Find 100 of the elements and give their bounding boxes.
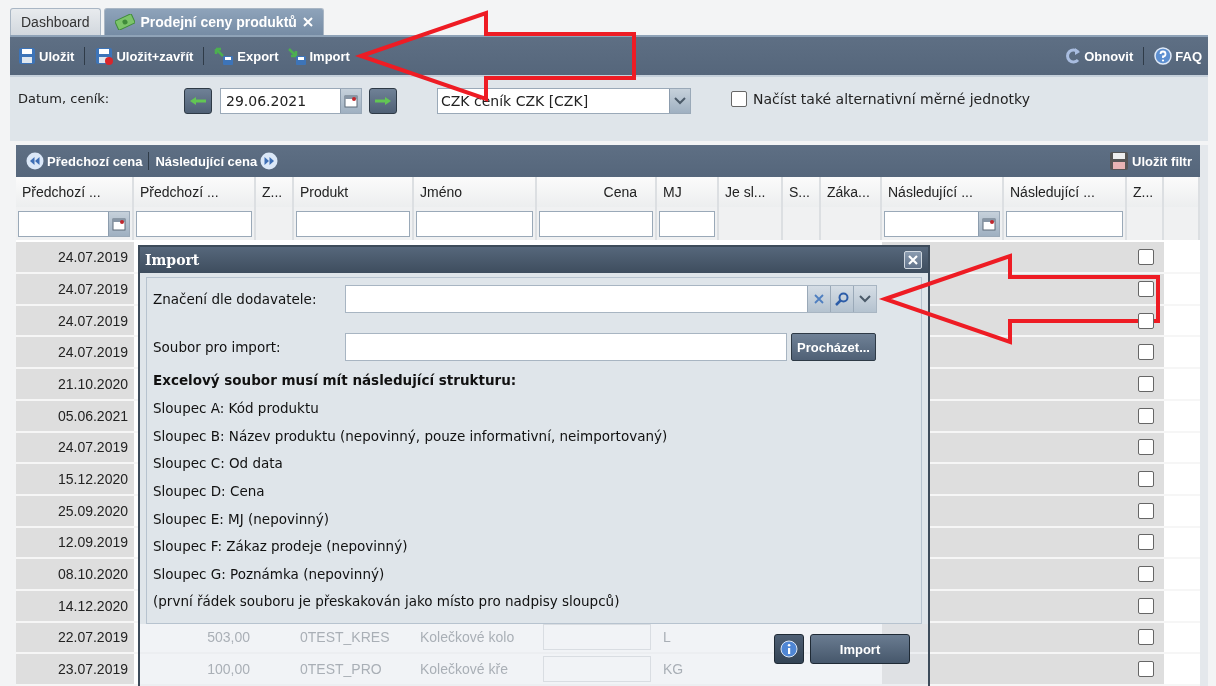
grid-cell: 24.07.2019 [16, 432, 134, 465]
instruction-line: Sloupec F: Zákaz prodeje (nepovinný) [153, 537, 409, 557]
checkbox[interactable] [1137, 471, 1154, 488]
info-button[interactable] [774, 634, 804, 665]
clear-icon[interactable] [807, 286, 830, 313]
checkbox[interactable] [1137, 312, 1154, 329]
checkbox[interactable] [1137, 249, 1154, 266]
save-filter-button[interactable]: Uložit filtr [1107, 149, 1194, 174]
instruction-line: Sloupec B: Název produktu (nepovinný, pouze informativní, neimportovaný) [153, 426, 669, 446]
instruction-line: Sloupec E: MJ (nepovinný) [153, 509, 331, 529]
column-header[interactable]: MJ [657, 177, 719, 208]
fast-forward-icon [260, 152, 279, 171]
checkbox[interactable] [1137, 566, 1154, 583]
grid-cell: 24.07.2019 [16, 242, 134, 275]
column-header[interactable]: Je sl... [719, 177, 783, 208]
column-header[interactable]: Předchozí ... [134, 177, 256, 208]
next-date-button[interactable] [369, 88, 397, 115]
checkbox[interactable] [1137, 597, 1154, 614]
rewind-icon [26, 152, 44, 171]
import-button[interactable]: Import [810, 634, 910, 665]
checkbox[interactable] [1137, 375, 1154, 392]
dropdown-trigger[interactable] [853, 286, 876, 313]
column-header[interactable]: Následující ... [1004, 177, 1127, 208]
instructions-heading: Excelový soubor musí mít následující strukturu: [153, 371, 518, 391]
checkbox[interactable] [1137, 534, 1154, 551]
grid-cell: 22.07.2019 [16, 622, 134, 655]
price-input[interactable] [543, 656, 651, 683]
grid-cell: 05.06.2021 [16, 400, 134, 433]
left-arrow-icon [189, 96, 207, 107]
toolbar-button[interactable]: FAQ [1152, 45, 1204, 68]
grid-cell: 24.07.2019 [16, 305, 134, 338]
column-header[interactable]: Z... [1127, 177, 1164, 208]
checkbox-label: Načíst také alternativní měrné jednotky [753, 91, 1030, 108]
instruction-line: Sloupec G: Poznámka (nepovinný) [153, 564, 386, 584]
checkbox[interactable] [1137, 407, 1154, 424]
chevron-down-icon [674, 97, 686, 106]
info-icon [780, 640, 798, 659]
price-input[interactable] [543, 624, 651, 651]
column-header[interactable]: Produkt [294, 177, 414, 208]
right-arrow-icon [374, 96, 392, 107]
close-button[interactable] [904, 251, 922, 270]
toolbar-button[interactable]: Uložit [16, 45, 77, 68]
column-header [1164, 177, 1200, 208]
help-icon [1154, 47, 1173, 66]
column-header[interactable]: Jméno [414, 177, 537, 208]
file-field[interactable] [345, 333, 787, 362]
chevron-down-icon [859, 295, 871, 304]
toolbar-button[interactable]: Export [212, 45, 281, 68]
dialog-title: Import [145, 252, 200, 269]
refresh-icon [1065, 47, 1082, 66]
field-label: Soubor pro import: [153, 339, 282, 356]
field-label: Značení dle dodavatele: [153, 291, 318, 308]
calendar-icon [982, 216, 996, 231]
toolbar-button[interactable]: Import [284, 45, 352, 68]
column-header[interactable]: Záka... [821, 177, 882, 208]
grid-cell: 23.07.2019 [16, 654, 134, 686]
checkbox[interactable] [1137, 344, 1154, 361]
date-pricelist-label: Datum, ceník: [18, 90, 111, 107]
checkbox[interactable] [1137, 629, 1154, 646]
checkbox[interactable] [1137, 661, 1154, 678]
instruction-line: Sloupec C: Od data [153, 454, 284, 474]
close-icon [908, 255, 918, 266]
grid-cell: 21.10.2020 [16, 369, 134, 401]
grid-cell: Kolečkové kře [414, 654, 537, 686]
grid-cell: 15.12.2020 [16, 464, 134, 496]
toolbar-button[interactable]: Obnovit [1063, 45, 1136, 68]
filter-cell [783, 207, 821, 241]
checkbox[interactable] [1137, 280, 1154, 297]
grid-cell: 25.09.2020 [16, 495, 134, 528]
checkbox[interactable] [1137, 439, 1154, 456]
grid-cell: 14.12.2020 [16, 590, 134, 623]
browse-button[interactable]: Procházet... [791, 333, 876, 362]
banknote-icon [114, 14, 135, 30]
tab[interactable]: Dashboard [10, 8, 101, 35]
arrow-disk-icon [286, 47, 307, 66]
close-icon[interactable] [302, 17, 313, 27]
instruction-line: Sloupec A: Kód produktu [153, 399, 320, 419]
column-header[interactable]: Následující ... [882, 177, 1004, 208]
column-header[interactable]: Z... [256, 177, 294, 208]
search-icon[interactable] [830, 286, 853, 313]
checkbox[interactable] [1137, 502, 1154, 519]
previous-price-button[interactable]: Předchozí cena [24, 150, 145, 173]
tab-label: Dashboard [21, 14, 90, 30]
grid-cell: 100,00 [134, 654, 256, 686]
next-price-button[interactable]: Následující cena [153, 150, 281, 173]
column-header[interactable]: Cena [537, 177, 657, 208]
column-header[interactable]: S... [783, 177, 821, 208]
grid-cell: 08.10.2020 [16, 559, 134, 591]
instruction-line: Sloupec D: Cena [153, 481, 266, 501]
grid-cell: KG [657, 654, 719, 686]
calendar-icon [112, 216, 126, 231]
previous-date-button[interactable] [184, 88, 212, 115]
grid-cell: 24.07.2019 [16, 337, 134, 370]
checkbox[interactable] [731, 91, 747, 108]
arrow-disk-icon [214, 47, 235, 66]
date-field[interactable]: 29.06.2021 [220, 88, 362, 115]
grid-cell: 24.07.2019 [16, 274, 134, 306]
grid-cell: 12.09.2019 [16, 527, 134, 560]
toolbar-button[interactable]: Uložit+zavřít [93, 45, 196, 68]
column-header[interactable]: Předchozí ... [16, 177, 134, 208]
